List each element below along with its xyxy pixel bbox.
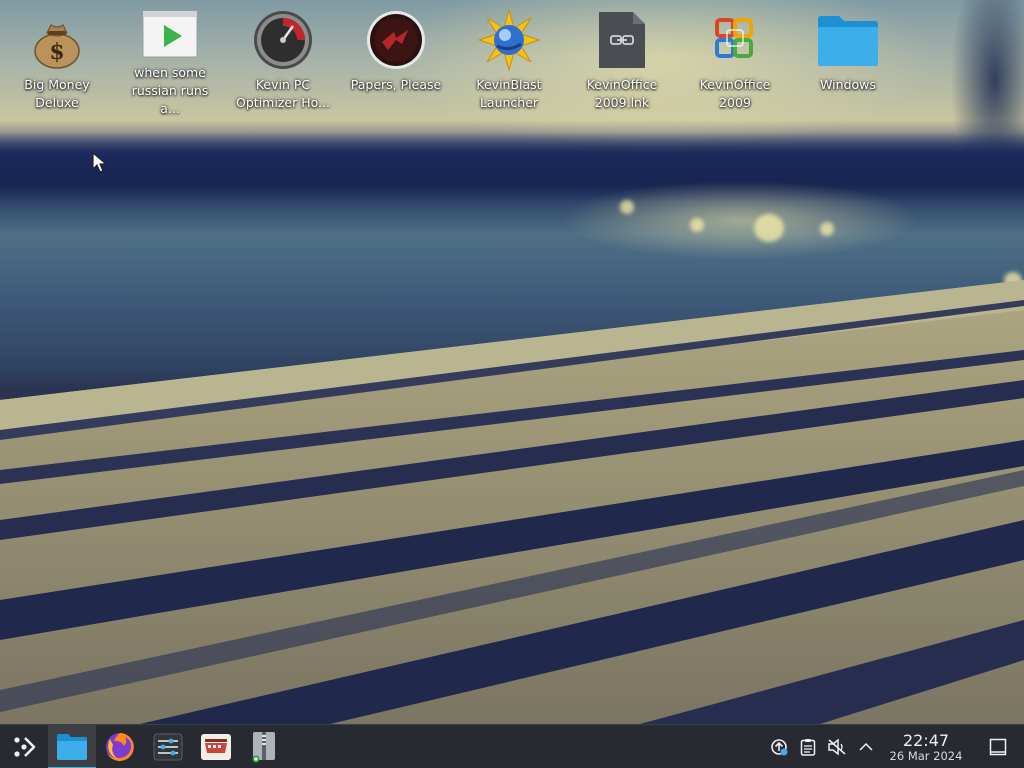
taskbar-firefox[interactable] [96,725,144,768]
office-logo-icon [703,8,767,72]
taskbar-file-manager[interactable] [48,724,96,768]
shortcut-file-icon [590,8,654,72]
tray-clipboard[interactable] [793,725,822,768]
show-desktop-button[interactable] [972,725,1024,768]
desktop-icon-label: Big Money Deluxe [24,77,90,110]
desktop-icon-grid: $ Big Money Deluxe when some russian run… [0,0,1024,130]
clock-time: 22:47 [902,730,950,750]
desktop-icon-label: Windows [820,77,876,92]
file-manager-icon [57,733,87,760]
system-tray: 22:47 26 Mar 2024 [764,725,1024,768]
money-bag-icon: $ [25,8,89,72]
desktop-icon-kevinblast-launcher[interactable]: KevinBlast Launcher [459,8,559,118]
mouse-cursor-icon [92,152,108,173]
desktop-icon-kevinoffice-2009[interactable]: KevinOffice 2009 [685,8,785,118]
desktop-icon-kevinoffice-lnk[interactable]: KevinOffice 2009.lnk [572,8,672,118]
digital-clock[interactable]: 22:47 26 Mar 2024 [880,725,972,768]
app-launcher-icon [14,736,36,757]
video-play-icon [138,8,202,60]
desktop-icon-label: Kevin PC Optimizer Ho... [236,77,330,110]
tray-volume[interactable] [822,725,851,768]
folder-icon [816,8,880,72]
taskbar-app-store[interactable] [192,725,240,768]
tray-expand-icon [858,742,873,751]
clipboard-icon [800,739,815,756]
desktop-icon-label: when some russian runs a... [131,65,209,116]
system-settings-icon [153,733,183,760]
desktop-icon-label: KevinOffice 2009.lnk [586,77,658,110]
kevinblast-icon [477,8,541,72]
desktop-icon-kevin-pc-optimizer[interactable]: Kevin PC Optimizer Ho... [233,8,333,118]
taskbar-system-settings[interactable] [144,725,192,768]
desktop-icon-label: KevinOffice 2009 [699,77,771,110]
taskbar: 22:47 26 Mar 2024 [0,724,1024,768]
volume-muted-icon [827,738,845,756]
desktop-icon-papers-please[interactable]: Papers, Please [346,8,446,118]
archive-manager-icon [252,731,275,762]
taskbar-archive-manager[interactable] [240,725,288,768]
tray-expand-button[interactable] [851,725,880,768]
update-notifier-icon [770,739,787,756]
firefox-icon [106,732,134,761]
app-store-icon [201,733,231,760]
app-launcher-button[interactable] [0,725,48,768]
clock-date: 26 Mar 2024 [889,748,963,763]
desktop-icon-label: KevinBlast Launcher [476,77,542,110]
desktop-icon-label: Papers, Please [350,77,442,92]
desktop-icon-russian-video[interactable]: when some russian runs a... [120,8,220,118]
tray-update-notifier[interactable] [764,725,793,768]
svg-text:$: $ [49,39,64,65]
desktop-icon-windows-folder[interactable]: Windows [798,8,898,118]
papers-please-icon [364,8,428,72]
show-desktop-icon [989,738,1007,756]
speedometer-icon [251,8,315,72]
desktop-icon-big-money-deluxe[interactable]: $ Big Money Deluxe [7,8,107,118]
